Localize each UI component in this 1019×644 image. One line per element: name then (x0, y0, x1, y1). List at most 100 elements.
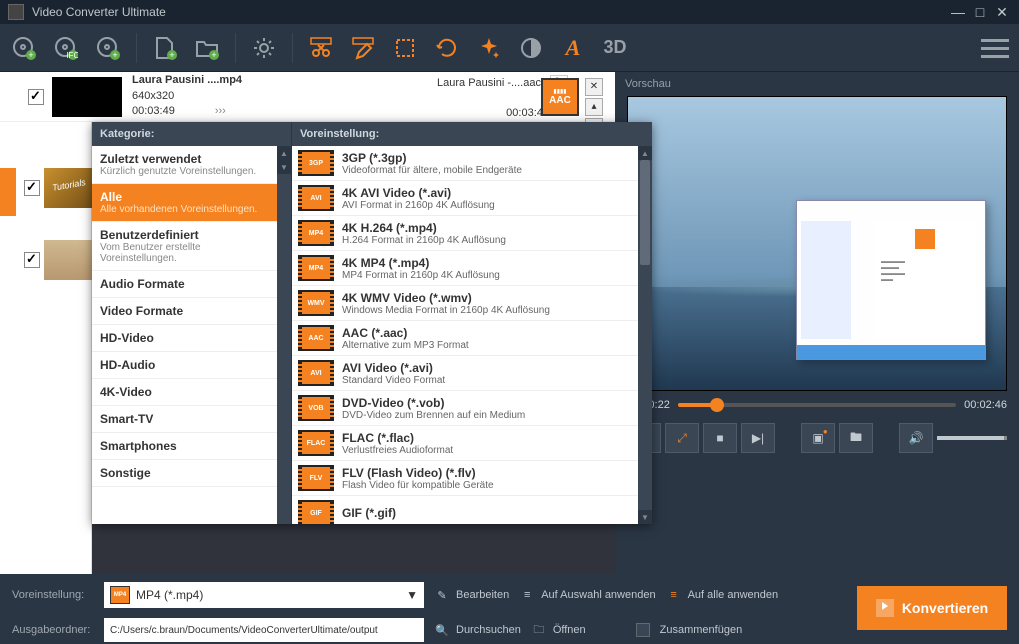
category-item[interactable]: Sonstige (92, 460, 277, 487)
preset-label: Voreinstellung: (12, 589, 94, 601)
add-file-icon[interactable]: + (151, 34, 179, 62)
snapshot-folder-button[interactable]: 🖿 (839, 423, 873, 453)
file-checkbox[interactable] (28, 89, 44, 105)
file-thumbnail (52, 77, 122, 117)
preset-scrollbar[interactable]: ▲▼ (638, 146, 652, 524)
preset-item[interactable]: VOBDVD-Video (*.vob)DVD-Video zum Brenne… (292, 391, 638, 426)
crop-icon[interactable] (391, 34, 419, 62)
output-path-input[interactable] (104, 618, 424, 642)
close-button[interactable]: ✕ (993, 3, 1011, 21)
list-icon: ≡ (519, 587, 535, 603)
category-item[interactable]: Zuletzt verwendetKürzlich genutzte Vorei… (92, 146, 277, 184)
effects-icon[interactable] (475, 34, 503, 62)
category-item[interactable]: Video Formate (92, 298, 277, 325)
preview-pane: Vorschau ▬▬▬▬▬▬▬▬▬▬▬▬▬ 00:00:22 00:02:46… (615, 72, 1019, 574)
add-disc-3-icon[interactable]: + (94, 34, 122, 62)
preset-item[interactable]: FLACFLAC (*.flac)Verlustfreies Audioform… (292, 426, 638, 461)
rotate-icon[interactable] (433, 34, 461, 62)
preset-item[interactable]: MP44K H.264 (*.mp4)H.264 Format in 2160p… (292, 216, 638, 251)
preset-item[interactable]: 3GP3GP (*.3gp)Videoformat für ältere, mo… (292, 146, 638, 181)
browse-button[interactable]: 🔍Durchsuchen (434, 622, 521, 638)
remove-file-button[interactable]: ✕ (585, 78, 603, 96)
volume-slider[interactable] (937, 436, 1007, 440)
menu-icon[interactable] (981, 34, 1009, 62)
merge-checkbox[interactable] (636, 623, 650, 637)
content-area: Laura Pausini ....mp4 640x320 00:03:49››… (0, 72, 1019, 574)
time-total: 00:02:46 (964, 399, 1007, 411)
preset-select[interactable]: MP4 MP4 (*.mp4) ▼ (104, 582, 424, 608)
output-label: Ausgabeordner: (12, 624, 94, 636)
preset-item[interactable]: AVI4K AVI Video (*.avi)AVI Format in 216… (292, 181, 638, 216)
category-item[interactable]: AlleAlle vorhandenen Voreinstellungen. (92, 184, 277, 222)
apply-all-button[interactable]: ≡Auf alle anwenden (666, 587, 779, 603)
preset-item[interactable]: AVIAVI Video (*.avi)Standard Video Forma… (292, 356, 638, 391)
seek-slider[interactable] (678, 403, 956, 407)
search-icon: 🔍 (434, 622, 450, 638)
file-checkbox-3[interactable] (24, 252, 40, 268)
preset-item[interactable]: FLVFLV (Flash Video) (*.flv)Flash Video … (292, 461, 638, 496)
file-name: Laura Pausini ....mp4 (132, 73, 437, 88)
category-item[interactable]: Audio Formate (92, 271, 277, 298)
text-icon[interactable]: A (559, 34, 587, 62)
file-row[interactable]: Laura Pausini ....mp4 640x320 00:03:49››… (0, 72, 615, 122)
file-checkbox-2[interactable] (24, 180, 40, 196)
preview-window-mock: ▬▬▬▬▬▬▬▬▬▬▬▬▬ (796, 200, 986, 360)
convert-icon (876, 599, 894, 617)
open-folder-button[interactable]: 🗀Öffnen (531, 622, 586, 638)
preset-header: Voreinstellung: (292, 122, 652, 146)
edit-preset-button[interactable]: ✎Bearbeiten (434, 587, 509, 603)
contrast-icon[interactable] (517, 34, 545, 62)
preset-list[interactable]: 3GP3GP (*.3gp)Videoformat für ältere, mo… (292, 146, 638, 524)
maximize-button[interactable]: □ (971, 3, 989, 21)
preset-item[interactable]: AACAAC (*.aac)Alternative zum MP3 Format (292, 321, 638, 356)
move-up-button[interactable]: ▴ (585, 98, 603, 116)
next-button[interactable]: ▶| (741, 423, 775, 453)
category-item[interactable]: Smart-TV (92, 406, 277, 433)
preset-item[interactable]: GIFGIF (*.gif) (292, 496, 638, 524)
frame-button[interactable]: ⤢ (665, 423, 699, 453)
folder-icon: 🗀 (531, 622, 547, 638)
category-scrollbar[interactable]: ▲▼ (277, 146, 291, 524)
list-orange-icon: ≡ (666, 587, 682, 603)
pencil-icon: ✎ (434, 587, 450, 603)
category-list[interactable]: Zuletzt verwendetKürzlich genutzte Vorei… (92, 146, 277, 524)
category-header: Kategorie: (92, 122, 291, 146)
preview-label: Vorschau (615, 72, 1019, 96)
volume-button[interactable]: 🔊 (899, 423, 933, 453)
category-item[interactable]: Smartphones (92, 433, 277, 460)
add-disc-1-icon[interactable]: + (10, 34, 38, 62)
preview-video[interactable]: ▬▬▬▬▬▬▬▬▬▬▬▬▬ (627, 96, 1007, 391)
preset-item[interactable]: MP44K MP4 (*.mp4)MP4 Format in 2160p 4K … (292, 251, 638, 286)
svg-text:IFO: IFO (66, 51, 78, 60)
chevron-down-icon: ▼ (406, 588, 418, 602)
svg-text:+: + (169, 50, 174, 60)
preset-item[interactable]: WMV4K WMV Video (*.wmv)Windows Media For… (292, 286, 638, 321)
svg-text:+: + (28, 50, 33, 60)
add-folder-icon[interactable]: + (193, 34, 221, 62)
convert-button[interactable]: Konvertieren (857, 586, 1007, 630)
snapshot-button[interactable]: ▣● (801, 423, 835, 453)
category-item[interactable]: HD-Video (92, 325, 277, 352)
cut-icon[interactable] (307, 34, 335, 62)
category-item[interactable]: HD-Audio (92, 352, 277, 379)
category-item[interactable]: 4K-Video (92, 379, 277, 406)
player-controls: ▶ ⤢ ■ ▶| ▣● 🖿 🔊 (615, 419, 1019, 457)
preset-select-value: MP4 (*.mp4) (136, 588, 203, 602)
file-duration-out: 00:03:49 (437, 107, 607, 119)
player-timeline: 00:00:22 00:02:46 (615, 391, 1019, 419)
add-disc-2-icon[interactable]: IFO (52, 34, 80, 62)
file-output-info: Laura Pausini -....aac 00:03:49 ▮▮▮▮AAC … (437, 75, 607, 119)
3d-icon[interactable]: 3D (601, 34, 629, 62)
file-output-name: Laura Pausini -....aac (437, 77, 541, 89)
stop-button[interactable]: ■ (703, 423, 737, 453)
app-icon (8, 4, 24, 20)
category-item[interactable]: BenutzerdefiniertVom Benutzer erstellte … (92, 222, 277, 271)
format-badge[interactable]: ▮▮▮▮AAC (541, 78, 579, 116)
preset-dropdown-panel: Kategorie: Zuletzt verwendetKürzlich gen… (92, 122, 652, 524)
edit-icon[interactable] (349, 34, 377, 62)
minimize-button[interactable]: — (949, 3, 967, 21)
svg-text:+: + (112, 50, 117, 60)
svg-text:+: + (211, 50, 216, 60)
settings-icon[interactable] (250, 34, 278, 62)
apply-selection-button[interactable]: ≡Auf Auswahl anwenden (519, 587, 655, 603)
